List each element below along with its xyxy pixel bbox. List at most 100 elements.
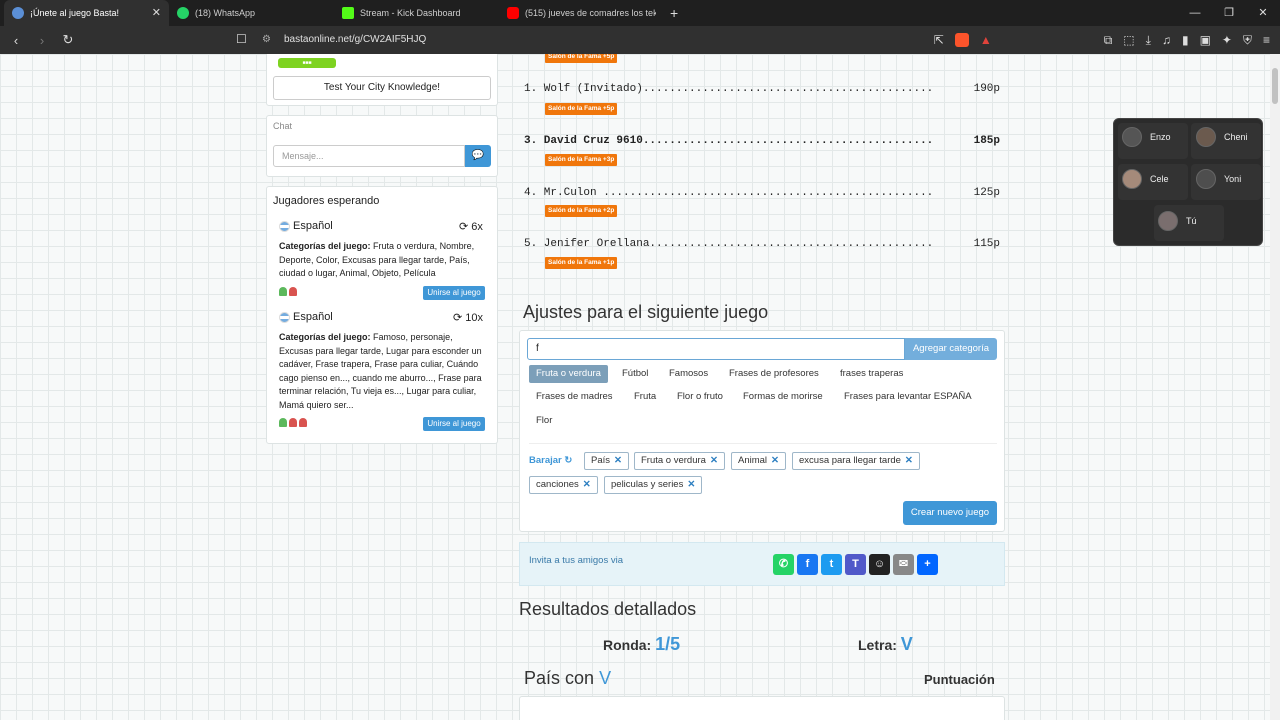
fame-badge: Salón de la Fama +3p	[545, 154, 618, 166]
results-title: Resultados detallados	[519, 599, 697, 619]
join-game-button[interactable]: Unirse al juego	[423, 286, 485, 300]
add-category-button[interactable]: Agregar categoría	[905, 338, 997, 360]
player-icon	[279, 418, 287, 427]
chat-send-button[interactable]: 💬	[465, 145, 491, 167]
ranking-row: 4. Mr.Culon ............................…	[524, 187, 1000, 199]
player-icon	[289, 287, 297, 296]
screenshot-icon[interactable]: ⬚	[1123, 33, 1134, 47]
fame-badge: Salón de la Fama +5p	[545, 103, 618, 115]
suggestion-item[interactable]: Fruta o verdura	[529, 365, 608, 383]
categories-label: Categorías del juego:	[279, 241, 371, 251]
whatsapp-icon[interactable]: ✆	[773, 554, 794, 575]
reload-icon[interactable]: ↻	[58, 32, 78, 48]
game-count: ⟳ 6x	[459, 220, 483, 233]
leo-icon[interactable]: ✦	[1222, 33, 1232, 47]
game-count-value: 6x	[471, 221, 483, 233]
suggestion-item[interactable]: Frases de profesores	[722, 365, 826, 383]
forward-icon[interactable]: ›	[32, 33, 52, 48]
shuffle-button[interactable]: Barajar ↻	[529, 455, 572, 466]
voice-user-name: Cele	[1150, 174, 1169, 184]
remove-icon[interactable]: ✕	[583, 479, 591, 490]
scrollbar-thumb[interactable]	[1272, 68, 1278, 104]
bookmark-icon[interactable]: ☐	[236, 32, 247, 46]
window-controls: — ❐ ✕	[1178, 0, 1280, 26]
brave-shields-icon[interactable]	[954, 33, 969, 47]
suggestion-item[interactable]: Flor	[529, 412, 559, 430]
new-game-button[interactable]: Crear nuevo juego	[903, 501, 997, 525]
restore-icon[interactable]: ❐	[1212, 0, 1246, 26]
results-card	[519, 696, 1005, 720]
ranking-points: 190p	[973, 83, 1000, 95]
sidebar-icon[interactable]: ▮	[1182, 33, 1189, 47]
voice-user: Yoni	[1196, 169, 1241, 189]
progress-bar: ■■■	[278, 58, 336, 68]
share-page-icon[interactable]: ⇱	[934, 33, 944, 47]
page-scrollbar[interactable]	[1270, 54, 1280, 720]
voice-user: Enzo	[1122, 127, 1171, 147]
teams-icon[interactable]: T	[845, 554, 866, 575]
media-icon[interactable]: ♫	[1162, 33, 1171, 47]
suggestion-item[interactable]: Frases de madres	[529, 388, 620, 406]
site-info-icon[interactable]: ⚙	[262, 29, 271, 51]
voice-user-name: Cheni	[1224, 132, 1248, 142]
avatar	[1196, 169, 1216, 189]
game-count-value: 10x	[465, 312, 484, 324]
remove-icon[interactable]: ✕	[905, 455, 913, 466]
game-categories: Categorías del juego: Fruta o verdura, N…	[279, 240, 489, 281]
email-icon[interactable]: ✉	[893, 554, 914, 575]
suggestion-item[interactable]: frases traperas	[833, 365, 910, 383]
tab-bar: ¡Únete al juego Basta! ✕ (18) WhatsApp S…	[0, 0, 1280, 26]
youtube-favicon-icon	[507, 7, 519, 19]
remove-icon[interactable]: ✕	[771, 455, 779, 466]
game-language-label: Español	[293, 220, 333, 232]
shuffle-label: Barajar	[529, 455, 562, 466]
waiting-title: Jugadores esperando	[273, 195, 380, 207]
share-icon[interactable]: +	[917, 554, 938, 575]
tab-youtube[interactable]: (515) jueves de comadres los tekis -	[499, 0, 664, 26]
new-tab-icon[interactable]: +	[670, 5, 678, 21]
page-content: ■■■ Test Your City Knowledge! Chat Mensa…	[0, 54, 1270, 720]
game-language: Español	[279, 220, 333, 232]
wallet-icon[interactable]: ▣	[1200, 33, 1211, 47]
suggestion-item[interactable]: Formas de morirse	[736, 388, 830, 406]
remove-icon[interactable]: ✕	[710, 455, 718, 466]
brave-rewards-icon[interactable]: ▲	[980, 33, 992, 47]
url-field[interactable]: ⚙ bastaonline.net/g/CW2AIF5HJQ	[254, 29, 974, 51]
url-text: bastaonline.net/g/CW2AIF5HJQ	[284, 34, 427, 45]
tab-whatsapp[interactable]: (18) WhatsApp	[169, 0, 334, 26]
close-window-icon[interactable]: ✕	[1246, 0, 1280, 26]
score-header: Puntuación	[924, 672, 995, 687]
download-icon[interactable]: ⤓	[1146, 33, 1151, 48]
remove-icon[interactable]: ✕	[687, 479, 695, 490]
argentina-flag-icon	[279, 220, 290, 232]
suggestion-item[interactable]: Flor o fruto	[670, 388, 730, 406]
back-icon[interactable]: ‹	[6, 33, 26, 48]
join-game-button[interactable]: Unirse al juego	[423, 417, 485, 431]
snapchat-icon[interactable]: ☺	[869, 554, 890, 575]
round-info: Ronda: 1/5	[603, 634, 680, 655]
vpn-icon[interactable]: ⛨	[1243, 33, 1252, 48]
suggestion-item[interactable]: Famosos	[662, 365, 715, 383]
tab-basta[interactable]: ¡Únete al juego Basta! ✕	[4, 0, 169, 26]
letter-value: V	[900, 634, 913, 654]
invite-text: Invita a tus amigos via	[529, 555, 623, 566]
category-input[interactable]: f	[527, 338, 905, 360]
close-tab-icon[interactable]: ✕	[152, 6, 161, 19]
twitter-icon[interactable]: t	[821, 554, 842, 575]
facebook-icon[interactable]: f	[797, 554, 818, 575]
suggestion-item[interactable]: Frases para levantar ESPAÑA	[837, 388, 979, 406]
remove-icon[interactable]: ✕	[614, 455, 622, 466]
extensions-icon[interactable]: ⧉	[1104, 33, 1113, 48]
menu-icon[interactable]: ≡	[1263, 33, 1270, 47]
minimize-icon[interactable]: —	[1178, 0, 1212, 26]
suggestion-item[interactable]: Fruta	[627, 388, 663, 406]
tab-kick[interactable]: Stream - Kick Dashboard	[334, 0, 499, 26]
chat-input[interactable]: Mensaje...	[273, 145, 465, 167]
kick-favicon-icon	[342, 7, 354, 19]
city-knowledge-button[interactable]: Test Your City Knowledge!	[273, 76, 491, 100]
rounds-icon: ⟳	[453, 312, 463, 324]
players-icons	[279, 287, 297, 296]
suggestion-item[interactable]: Fútbol	[615, 365, 655, 383]
ranking-name: 4. Mr.Culon ............................…	[524, 187, 934, 199]
player-icon	[289, 418, 297, 427]
